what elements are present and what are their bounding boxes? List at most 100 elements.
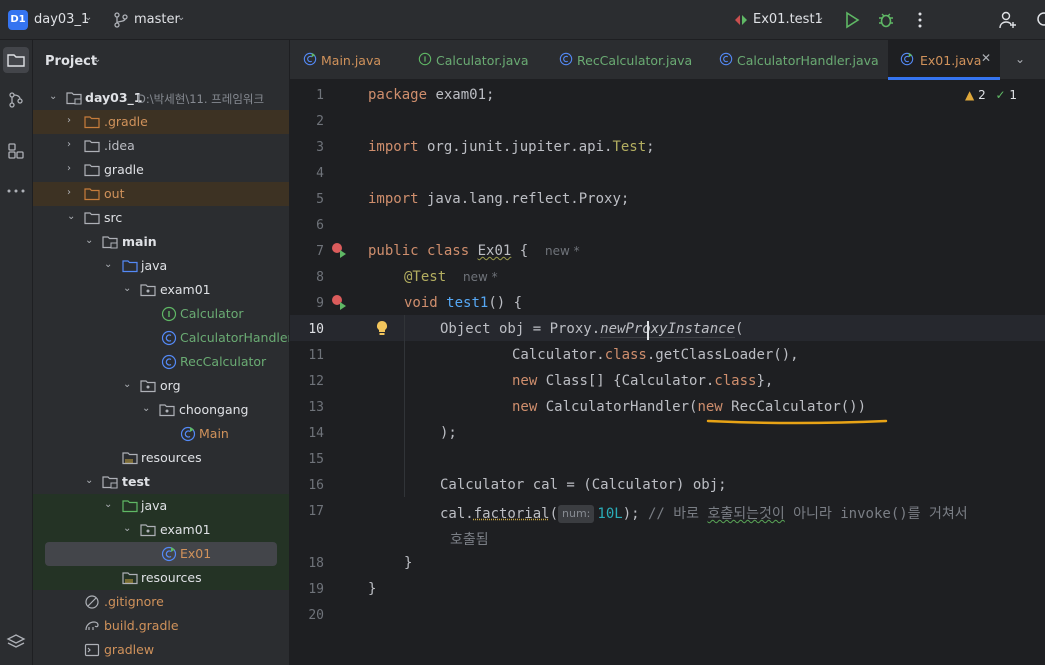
tree-item[interactable]: › .gradle [33, 110, 289, 134]
code-editor[interactable]: ▲ 2 ✓ 1 1 2 3 4 5 6 7 8 9 10 11 12 13 14… [290, 81, 1045, 665]
tree-item[interactable]: ⌄ main [33, 230, 289, 254]
tree-root[interactable]: ⌄ day03_1 D:\박세현\11. 프레임워크 [33, 86, 289, 110]
layers-tool-button[interactable] [3, 629, 29, 655]
code-token: package [368, 87, 428, 103]
chevron-down-icon[interactable]: ⌄ [85, 475, 93, 486]
chevron-down-icon[interactable]: ⌄ [104, 499, 112, 510]
project-badge[interactable]: D1 [8, 10, 28, 30]
project-panel: Project ⌄ ⌄ day03_1 D:\박세현\11. 프레임워크 › .… [33, 40, 290, 665]
structure-tool-button[interactable] [3, 138, 29, 164]
code-token: exam01; [427, 87, 495, 103]
test-resources-folder-icon [122, 572, 138, 585]
tree-item[interactable]: RecCalculator [33, 350, 289, 374]
code-token: Object obj = Proxy. [440, 321, 601, 337]
tree-item[interactable]: ⌄ test [33, 470, 289, 494]
code-comment: 호출됨 [450, 532, 489, 548]
tree-item-selected[interactable]: Ex01 [33, 542, 289, 566]
chevron-down-icon[interactable]: ⌄ [67, 211, 75, 222]
tree-item[interactable]: ⌄ org [33, 374, 289, 398]
chevron-down-icon[interactable]: ⌄ [85, 235, 93, 246]
tree-item[interactable]: CalculatorHandler [33, 326, 289, 350]
project-tool-button[interactable] [3, 47, 29, 73]
tree-item[interactable]: › .idea [33, 134, 289, 158]
tab-calculator-java[interactable]: Calculator.java [418, 40, 538, 80]
tree-item-label: src [104, 210, 123, 225]
chevron-down-icon[interactable]: ⌄ [49, 91, 57, 102]
warning-icon: ▲ [965, 88, 975, 102]
tree-item[interactable]: build.gradle [33, 614, 289, 638]
chevron-down-icon[interactable]: ⌄ [123, 523, 131, 534]
code-token: factorial [473, 506, 550, 522]
tree-item[interactable]: resources [33, 566, 289, 590]
chevron-down-icon[interactable]: ⌄ [93, 54, 101, 65]
tree-item[interactable]: ⌄ choongang [33, 398, 289, 422]
run-icon[interactable] [842, 10, 862, 30]
code-comment: // 바로 [647, 506, 708, 522]
tree-item[interactable]: ⌄ exam01 [33, 278, 289, 302]
chevron-down-icon[interactable]: ⌄ [816, 12, 824, 23]
git-branch-icon[interactable] [113, 12, 129, 28]
inspection-widget[interactable]: ▲ 2 ✓ 1 [965, 88, 1017, 102]
chevron-down-icon[interactable]: ⌄ [123, 379, 131, 390]
tree-item[interactable]: ⌄ exam01 [33, 518, 289, 542]
tree-item-label: gradle [104, 162, 144, 177]
branch-name[interactable]: master [134, 12, 180, 27]
tree-item[interactable]: .gitignore [33, 590, 289, 614]
chevron-down-icon[interactable]: ⌄ [104, 259, 112, 270]
tab-reccalculator-java[interactable]: RecCalculator.java [559, 40, 699, 80]
tree-item[interactable]: › out [33, 182, 289, 206]
chevron-right-icon[interactable]: › [67, 139, 71, 150]
tab-label: Main.java [321, 53, 382, 68]
search-icon[interactable] [1035, 10, 1045, 30]
tree-item[interactable]: Calculator [33, 302, 289, 326]
tree-item-label: Calculator [180, 306, 244, 321]
line-number: 1 [316, 88, 324, 103]
commit-tool-button[interactable] [3, 87, 29, 113]
chevron-right-icon[interactable]: › [67, 163, 71, 174]
tab-calculatorhandler-java[interactable]: CalculatorHandler.java [719, 40, 879, 80]
tree-item[interactable]: ⌄ java [33, 494, 289, 518]
line-number: 6 [316, 218, 324, 233]
chevron-down-icon[interactable]: ⌄ [177, 12, 185, 23]
chevron-down-icon[interactable]: ⌄ [142, 403, 150, 414]
source-folder-icon [122, 260, 138, 273]
more-tools-button[interactable] [3, 178, 29, 204]
project-panel-title[interactable]: Project [45, 54, 97, 69]
tree-item[interactable]: gradlew [33, 638, 289, 662]
line-number: 13 [308, 400, 324, 415]
tab-ex01-java[interactable]: Ex01.java ✕ [888, 40, 1000, 80]
tree-item[interactable]: resources [33, 446, 289, 470]
code-comment: 호출되는것이 [707, 506, 785, 522]
tree-item[interactable]: Main [33, 422, 289, 446]
lightbulb-icon[interactable] [374, 320, 390, 336]
layers-icon [6, 634, 26, 648]
tree-item[interactable]: › gradle [33, 158, 289, 182]
tab-main-java[interactable]: Main.java [303, 40, 398, 80]
add-user-icon[interactable] [998, 10, 1018, 30]
author-hint[interactable]: new * [463, 270, 498, 284]
run-configuration-select[interactable]: Ex01.test1 [753, 12, 823, 27]
chevron-down-icon[interactable]: ⌄ [84, 12, 92, 23]
code-token: public class [368, 243, 470, 259]
run-test-gutter-icon[interactable] [330, 241, 348, 259]
debug-icon[interactable] [876, 10, 896, 30]
chevron-down-icon[interactable]: ⌄ [1015, 52, 1025, 66]
editor-tabs: Main.java Calculator.java RecCalculator.… [290, 40, 1045, 80]
tree-item[interactable]: ⌄ java [33, 254, 289, 278]
line-number: 8 [316, 270, 324, 285]
line-number: 15 [308, 452, 324, 467]
run-test-gutter-icon[interactable] [330, 293, 348, 311]
chevron-down-icon[interactable]: ⌄ [123, 283, 131, 294]
more-vertical-icon[interactable] [910, 10, 930, 30]
code-token: } [404, 555, 413, 571]
author-hint[interactable]: new * [545, 244, 580, 258]
active-tab-indicator [888, 77, 1000, 80]
line-number: 7 [316, 244, 324, 259]
tree-item[interactable]: ⌄ src [33, 206, 289, 230]
chevron-right-icon[interactable]: › [67, 115, 71, 126]
project-name[interactable]: day03_1 [34, 12, 89, 27]
interface-icon [161, 306, 177, 322]
tool-window-strip [0, 40, 33, 665]
close-icon[interactable]: ✕ [981, 51, 991, 65]
chevron-right-icon[interactable]: › [67, 187, 71, 198]
